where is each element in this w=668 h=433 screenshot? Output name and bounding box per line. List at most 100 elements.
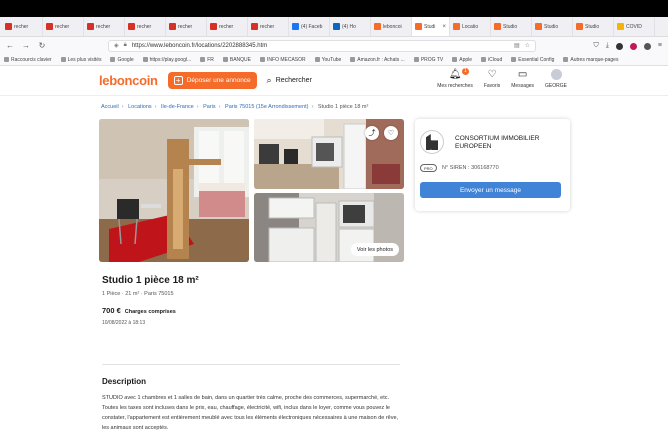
browser-tab[interactable]: Studio xyxy=(532,17,573,36)
nav-messages[interactable]: ▭ Messages xyxy=(511,69,534,89)
bookmark-label: Raccourcis clavier xyxy=(11,56,52,63)
browser-tab[interactable]: (4) Faceb xyxy=(289,17,330,36)
tab-favicon-icon xyxy=(46,23,53,30)
browser-tab[interactable]: recher xyxy=(166,17,207,36)
building-icon xyxy=(426,134,438,150)
breadcrumb-locations[interactable]: Locations xyxy=(128,104,152,110)
breadcrumb-separator: › xyxy=(154,104,157,110)
browser-tab[interactable]: recher xyxy=(84,17,125,36)
browser-tab[interactable]: (4) Ho xyxy=(330,17,371,36)
bookmark-item[interactable]: iCloud xyxy=(481,57,502,63)
breadcrumb-district[interactable]: Paris 75015 (15e Arrondissement) xyxy=(225,104,308,110)
search-button[interactable]: ⌕ Rechercher xyxy=(267,75,312,86)
lock-icon: 🔒︎ xyxy=(123,42,127,48)
tab-label: Studio xyxy=(503,23,518,30)
shield-icon: ◈ xyxy=(114,43,119,49)
bookmark-item[interactable]: BANQUE xyxy=(222,57,251,63)
bookmark-item[interactable]: Apple xyxy=(452,57,472,63)
browser-tab[interactable]: Studi × xyxy=(412,17,450,36)
tab-favicon-icon xyxy=(494,23,501,30)
close-tab-icon[interactable]: × xyxy=(442,24,446,30)
tab-label: recher xyxy=(178,23,193,30)
browser-tab[interactable]: Studio xyxy=(491,17,532,36)
bookmark-icon xyxy=(260,57,266,62)
nav-favorites[interactable]: ♡ Favoris xyxy=(484,69,500,89)
reader-view-icon[interactable]: ▤ xyxy=(514,42,520,49)
share-icon[interactable]: ⤴ xyxy=(365,126,379,140)
tab-label: recher xyxy=(55,23,70,30)
nav-saved-searches[interactable]: 🔔︎ 1 Mes recherches xyxy=(437,68,473,89)
bookmark-item[interactable]: Autres marque-pages xyxy=(563,57,618,63)
pocket-icon[interactable]: ⛉ xyxy=(594,42,599,50)
leboncoin-logo[interactable]: leboncoin xyxy=(99,73,158,88)
browser-tab[interactable]: Studio xyxy=(573,17,614,36)
bookmark-item[interactable]: PROG TV xyxy=(413,57,443,63)
browser-tab-strip: recher recher recher recher recher recher rech… xyxy=(0,17,668,37)
kitchen-photo[interactable]: ⤴ ♡ xyxy=(254,119,404,189)
browser-tab[interactable]: recher xyxy=(125,17,166,36)
listing-date: 10/08/2022 à 18:13 xyxy=(102,320,146,326)
bookmark-item[interactable]: FR xyxy=(200,57,214,63)
favorite-heart-icon[interactable]: ♡ xyxy=(384,126,398,140)
browser-tab[interactable]: COVID xyxy=(614,17,655,36)
bookmark-item[interactable]: YouTube xyxy=(314,56,342,63)
seller-card: CONSORTIUM IMMOBILIER EUROPEEN PRO N° SI… xyxy=(415,119,570,211)
nav-account[interactable]: GEORGE xyxy=(545,69,567,89)
listing-title: Studio 1 pièce 18 m² xyxy=(102,275,199,286)
bookmark-label: Google xyxy=(117,56,134,63)
tab-label: (4) Faceb xyxy=(301,23,323,30)
breadcrumb-separator: › xyxy=(121,104,124,110)
browser-tab[interactable]: recher xyxy=(2,17,43,36)
kitchenette-photo[interactable]: Voir les photos xyxy=(254,193,404,262)
tab-favicon-icon xyxy=(128,23,135,30)
bookmark-item[interactable]: Amazon.fr : Achats ... xyxy=(350,57,405,63)
download-icon[interactable]: ⤓ xyxy=(606,42,609,50)
bookmark-icon xyxy=(481,57,487,62)
divider xyxy=(102,364,400,365)
menu-icon[interactable]: ≡ xyxy=(658,42,662,50)
seller-logo[interactable] xyxy=(420,130,444,154)
main-photo[interactable] xyxy=(99,119,249,262)
bookmark-label: YouTube xyxy=(321,56,342,63)
back-icon[interactable]: ← xyxy=(6,41,14,50)
address-bar[interactable]: ◈ 🔒︎ https://www.leboncoin.fr/locations/… xyxy=(108,39,536,52)
account-icon[interactable] xyxy=(615,42,623,50)
tab-favicon-icon xyxy=(415,23,422,30)
bookmark-item[interactable]: Raccourcis clavier xyxy=(4,57,52,63)
see-photos-button[interactable]: Voir les photos xyxy=(350,243,399,256)
bookmark-item[interactable]: Google xyxy=(110,56,134,63)
tab-favicon-icon xyxy=(251,23,258,30)
browser-tab[interactable]: leboncoi xyxy=(371,17,412,36)
post-ad-button[interactable]: + Déposer une annonce xyxy=(167,72,257,89)
breadcrumb-region[interactable]: Ile-de-France xyxy=(161,104,194,110)
seller-name[interactable]: CONSORTIUM IMMOBILIER EUROPEEN xyxy=(455,135,565,151)
bookmark-label: Amazon.fr : Achats ... xyxy=(357,56,405,63)
browser-tab[interactable]: Locatio xyxy=(450,17,491,36)
avatar xyxy=(550,69,562,80)
forward-icon[interactable]: → xyxy=(22,41,30,50)
bookmark-icon xyxy=(452,57,458,62)
browser-tab[interactable]: recher xyxy=(43,17,84,36)
price-row: 700 € Charges comprises xyxy=(102,306,176,315)
search-icon: ⌕ xyxy=(266,75,272,85)
bookmark-item[interactable]: https://play.googl... xyxy=(142,57,191,63)
breadcrumb-city[interactable]: Paris xyxy=(203,104,216,110)
breadcrumb-current: Studio 1 pièce 18 m² xyxy=(317,104,369,110)
browser-tab[interactable]: recher xyxy=(207,17,248,36)
bookmark-star-icon[interactable]: ☆ xyxy=(525,42,530,49)
bookmark-item[interactable]: Les plus visités xyxy=(60,57,101,63)
tab-label: recher xyxy=(260,23,275,30)
bookmark-item[interactable]: Essential Config xyxy=(511,57,554,63)
breadcrumb-home[interactable]: Accueil xyxy=(101,104,119,110)
bookmark-item[interactable]: INFO MECASOR xyxy=(260,57,306,63)
notification-badge: 1 xyxy=(461,68,469,75)
bookmark-label: iCloud xyxy=(488,56,503,63)
extension-icon[interactable] xyxy=(629,42,637,50)
send-message-button[interactable]: Envoyer un message xyxy=(420,182,561,198)
kitchen-photo-illustration xyxy=(254,119,404,189)
browser-tab[interactable]: recher xyxy=(248,17,289,36)
url-text[interactable]: https://www.leboncoin.fr/locations/22028… xyxy=(132,43,509,49)
reload-icon[interactable]: ↻ xyxy=(38,41,46,50)
extension-icon[interactable] xyxy=(643,42,651,50)
bookmark-label: Autres marque-pages xyxy=(570,56,619,63)
